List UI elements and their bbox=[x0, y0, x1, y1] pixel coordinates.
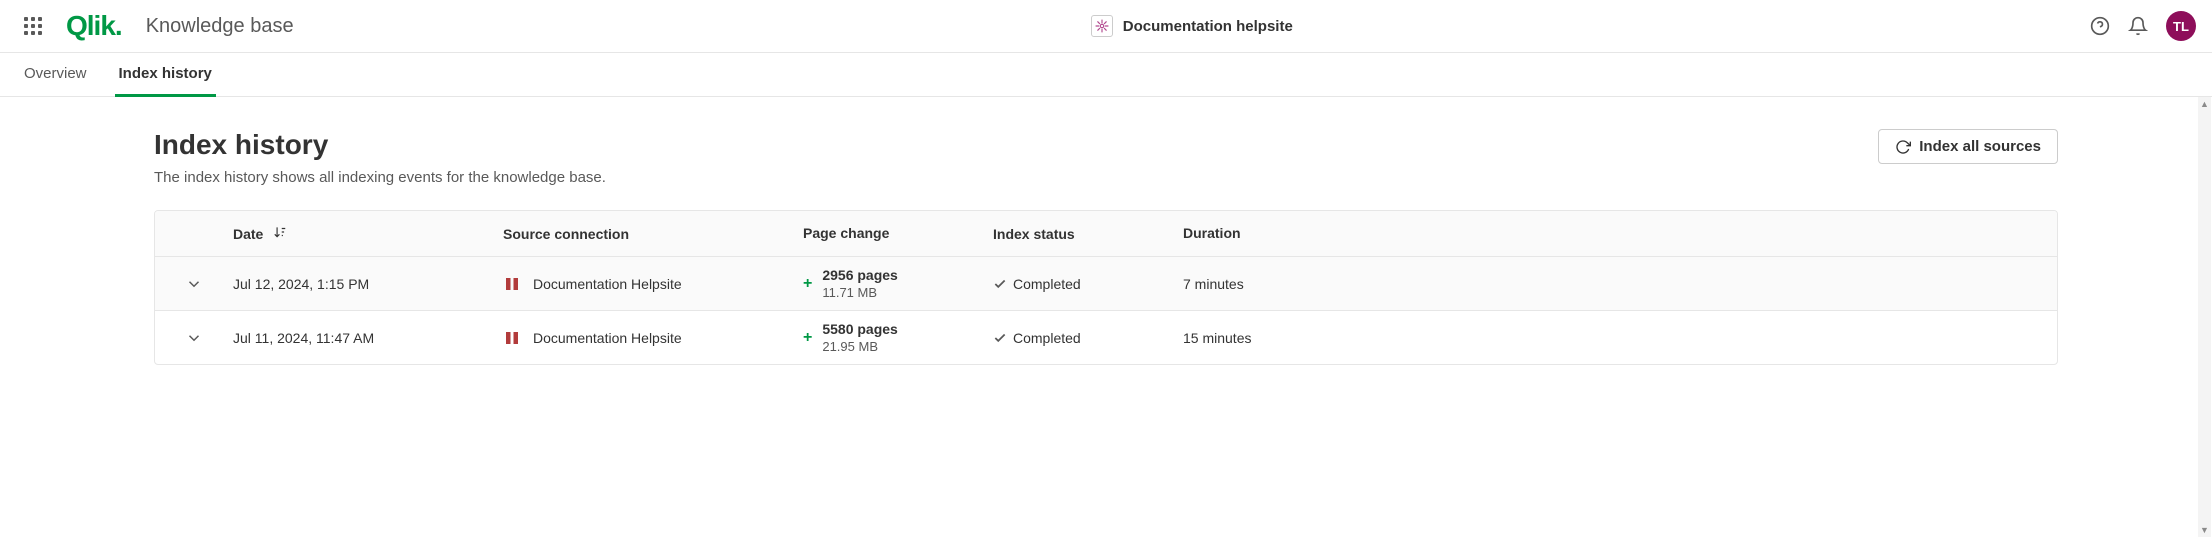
knowledge-base-icon bbox=[1091, 15, 1113, 37]
column-duration[interactable]: Duration bbox=[1183, 225, 2057, 242]
app-title: Knowledge base bbox=[146, 15, 294, 38]
column-page-change[interactable]: Page change bbox=[803, 225, 993, 242]
header-right: TL bbox=[2090, 11, 2196, 41]
page-title: Index history bbox=[154, 129, 606, 161]
row-status: Completed bbox=[993, 276, 1183, 292]
tab-overview[interactable]: Overview bbox=[20, 53, 91, 97]
index-all-sources-button[interactable]: Index all sources bbox=[1878, 129, 2058, 164]
row-source: Documentation Helpsite bbox=[503, 275, 803, 293]
column-status[interactable]: Index status bbox=[993, 225, 1183, 242]
plus-icon: + bbox=[803, 329, 812, 347]
check-icon bbox=[993, 331, 1007, 345]
app-launcher-icon[interactable] bbox=[16, 9, 50, 43]
column-date[interactable]: Date bbox=[233, 225, 503, 242]
notification-bell-icon[interactable] bbox=[2128, 16, 2148, 36]
row-duration: 15 minutes bbox=[1183, 330, 2057, 346]
row-date: Jul 11, 2024, 11:47 AM bbox=[233, 330, 503, 346]
page-title-block: Index history The index history shows al… bbox=[154, 129, 606, 186]
main-content: Index history The index history shows al… bbox=[0, 97, 2212, 397]
source-selector-label: Documentation helpsite bbox=[1123, 18, 1293, 35]
plus-icon: + bbox=[803, 275, 812, 293]
qlik-logo[interactable]: Qlik. bbox=[66, 10, 122, 42]
refresh-icon bbox=[1895, 139, 1911, 155]
connection-icon bbox=[503, 329, 521, 347]
row-page-change: + 5580 pages 21.95 MB bbox=[803, 321, 993, 354]
top-header: Qlik. Knowledge base Documentation helps… bbox=[0, 0, 2212, 53]
sort-descending-icon bbox=[273, 226, 287, 242]
help-icon[interactable] bbox=[2090, 16, 2110, 36]
row-status: Completed bbox=[993, 330, 1183, 346]
user-avatar[interactable]: TL bbox=[2166, 11, 2196, 41]
page-header: Index history The index history shows al… bbox=[154, 129, 2058, 186]
table-body: Jul 12, 2024, 1:15 PM Documentation Help… bbox=[155, 257, 2057, 364]
check-icon bbox=[993, 277, 1007, 291]
tab-index-history[interactable]: Index history bbox=[115, 53, 216, 97]
row-page-change: + 2956 pages 11.71 MB bbox=[803, 267, 993, 300]
row-source: Documentation Helpsite bbox=[503, 329, 803, 347]
header-center: Documentation helpsite bbox=[294, 9, 2090, 43]
vertical-scrollbar[interactable]: ▲ ▼ bbox=[2198, 97, 2211, 537]
tab-bar: Overview Index history bbox=[0, 53, 2212, 97]
table-row: Jul 12, 2024, 1:15 PM Documentation Help… bbox=[155, 257, 2057, 311]
chevron-down-icon[interactable] bbox=[185, 329, 203, 347]
scroll-down-icon[interactable]: ▼ bbox=[2198, 523, 2211, 537]
row-date: Jul 12, 2024, 1:15 PM bbox=[233, 276, 503, 292]
header-left: Qlik. Knowledge base bbox=[16, 9, 294, 43]
row-duration: 7 minutes bbox=[1183, 276, 2057, 292]
chevron-down-icon[interactable] bbox=[185, 275, 203, 293]
source-selector[interactable]: Documentation helpsite bbox=[1077, 9, 1307, 43]
scroll-up-icon[interactable]: ▲ bbox=[2198, 97, 2211, 111]
page-description: The index history shows all indexing eve… bbox=[154, 169, 606, 186]
index-history-table: Date Source connection Page change Index… bbox=[154, 210, 2058, 365]
index-button-label: Index all sources bbox=[1919, 138, 2041, 155]
column-source[interactable]: Source connection bbox=[503, 225, 803, 242]
table-header: Date Source connection Page change Index… bbox=[155, 211, 2057, 257]
connection-icon bbox=[503, 275, 521, 293]
table-row: Jul 11, 2024, 11:47 AM Documentation Hel… bbox=[155, 311, 2057, 364]
